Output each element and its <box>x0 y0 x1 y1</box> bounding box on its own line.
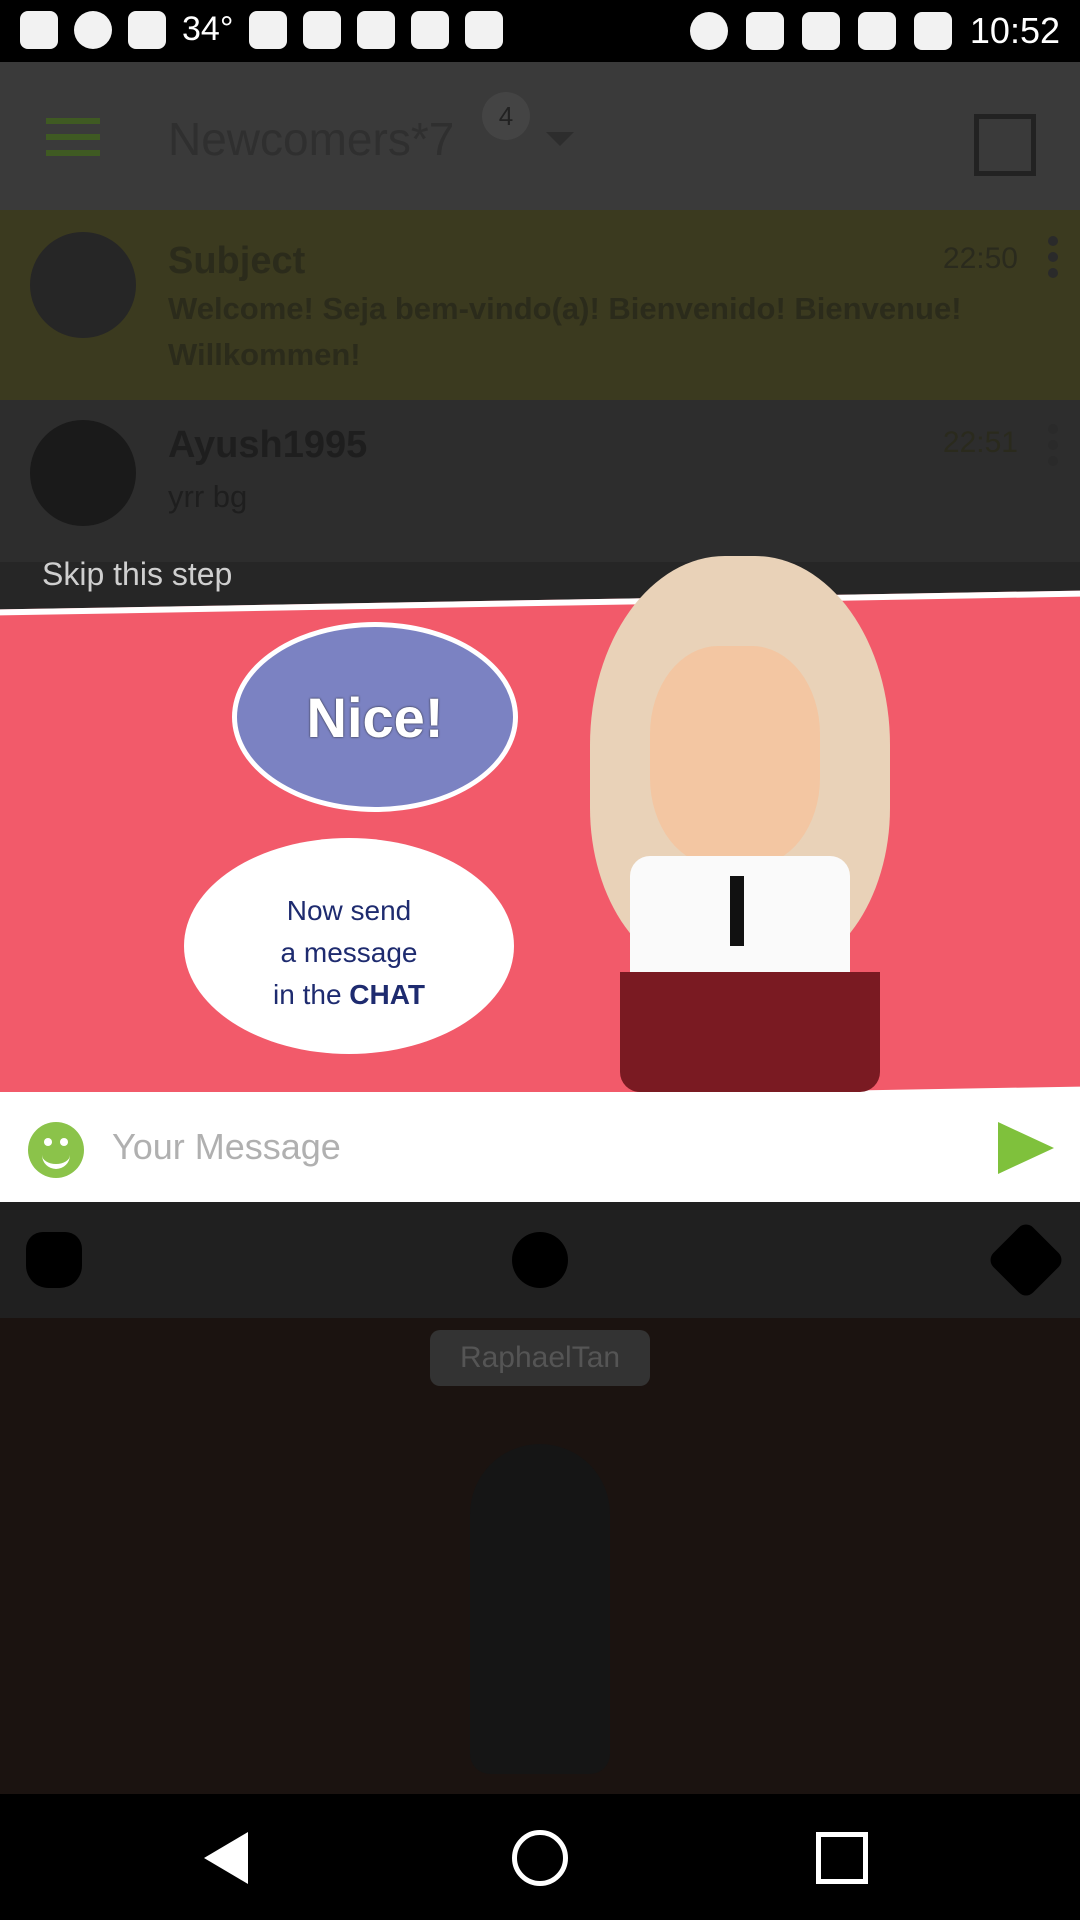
bottom-tab-bar <box>0 1202 1080 1318</box>
instruction-cloud-bubble: Now send a message in the CHAT <box>184 838 514 1054</box>
home-icon[interactable] <box>512 1830 568 1886</box>
nice-text: Nice! <box>306 685 444 749</box>
instruction-line-3: in the CHAT <box>273 979 425 1010</box>
clock: 10:52 <box>969 10 1060 51</box>
status-left-icons: 34° <box>20 10 504 49</box>
conversation-item[interactable]: Ayush1995 yrr bg 22:51 <box>0 400 1080 570</box>
notification-icon <box>20 10 58 49</box>
skip-step-link[interactable]: Skip this step <box>42 556 232 593</box>
conversation-time: 22:50 <box>942 242 1018 275</box>
signal-icon <box>857 12 896 50</box>
menu-icon[interactable] <box>46 118 100 156</box>
battery-icon <box>913 12 952 50</box>
app-bar: Newcomers*7 4 <box>0 62 1080 210</box>
message-input[interactable] <box>110 1116 974 1178</box>
copy-icon[interactable] <box>974 114 1036 176</box>
notification-icon-4 <box>303 10 342 49</box>
chevron-down-icon[interactable] <box>546 132 574 146</box>
tutorial-banner <box>0 590 1080 1112</box>
recent-apps-icon[interactable] <box>816 1832 868 1884</box>
nice-speech-bubble: Nice! <box>232 622 518 812</box>
bluetooth-icon <box>745 12 784 50</box>
message-composer <box>0 1092 1080 1202</box>
chat-bubble-avatar <box>30 232 136 338</box>
status-bar: 34° 10:52 <box>0 0 1080 62</box>
status-right-icons: 10:52 <box>689 10 1060 52</box>
location-icon <box>689 12 728 50</box>
conversation-preview: Welcome! Seja bem-vindo(a)! Bienvenido! … <box>168 291 962 372</box>
wifi-icon <box>801 12 840 50</box>
emoji-icon[interactable] <box>28 1122 84 1178</box>
notification-icon-3 <box>249 10 288 49</box>
more-options-icon[interactable] <box>1048 236 1058 284</box>
conversation-preview: yrr bg <box>168 479 248 514</box>
rocket-icon[interactable] <box>986 1220 1066 1300</box>
room-title[interactable]: Newcomers*7 <box>168 112 454 166</box>
conversation-item[interactable]: Subject Welcome! Seja bem-vindo(a)! Bien… <box>0 210 1080 400</box>
profile-username[interactable]: RaphaelTan <box>430 1330 650 1386</box>
more-options-icon[interactable] <box>1048 424 1058 472</box>
system-nav-bar <box>0 1794 1080 1920</box>
conversation-name: Ayush1995 <box>168 424 368 466</box>
guide-character-illustration <box>580 556 900 1092</box>
facebook-icon <box>357 10 396 49</box>
instruction-line-2: a message <box>280 937 418 968</box>
instruction-line-1: Now send <box>286 895 412 926</box>
avatar <box>30 420 136 526</box>
back-icon[interactable] <box>204 1832 248 1884</box>
notification-icon-2 <box>74 10 112 49</box>
gmail-icon <box>411 10 450 49</box>
person-icon[interactable] <box>512 1232 568 1288</box>
room-count-badge: 4 <box>482 92 530 140</box>
conversation-time: 22:51 <box>942 426 1018 459</box>
conversation-name: Subject <box>168 240 306 282</box>
temperature: 34° <box>182 10 234 48</box>
bible-icon <box>465 10 504 49</box>
send-icon[interactable] <box>998 1122 1054 1174</box>
hand-icon[interactable] <box>26 1232 82 1288</box>
paypal-icon <box>128 10 166 49</box>
profile-avatar-character <box>470 1444 610 1774</box>
